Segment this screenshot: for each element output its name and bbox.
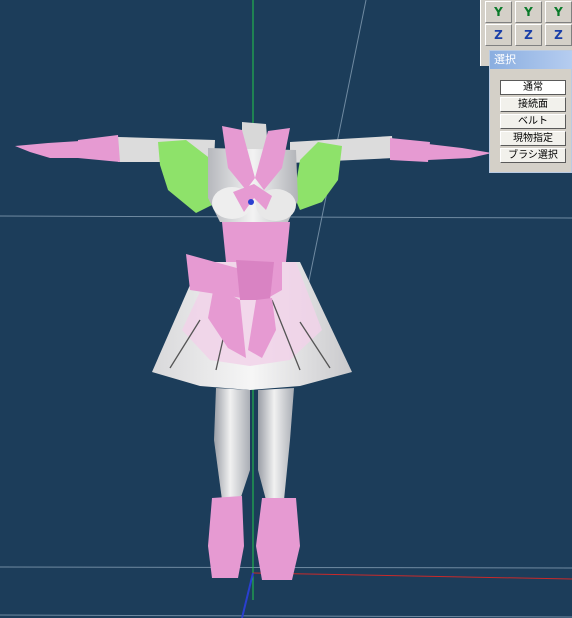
- axis-z-button-1[interactable]: Z: [485, 24, 512, 46]
- select-panel-title[interactable]: 選択: [490, 51, 572, 69]
- axis-y-button-2[interactable]: Y: [515, 1, 542, 23]
- select-mode-brush-button[interactable]: ブラシ選択: [500, 148, 566, 163]
- x-axis-line: [252, 572, 572, 580]
- select-mode-object-button[interactable]: 現物指定: [500, 131, 566, 146]
- axis-y-button-1[interactable]: Y: [485, 1, 512, 23]
- axis-z-button-2[interactable]: Z: [515, 24, 542, 46]
- select-mode-belt-button[interactable]: ベルト: [500, 114, 566, 129]
- select-panel: 選択 通常 接続面 ベルト 現物指定 ブラシ選択: [489, 50, 572, 173]
- select-mode-normal-button[interactable]: 通常: [500, 80, 566, 95]
- z-axis-line: [241, 572, 254, 618]
- axis-y-button-3[interactable]: Y: [545, 1, 572, 23]
- viewport-scene: [0, 0, 572, 618]
- axis-z-button-3[interactable]: Z: [545, 24, 572, 46]
- select-mode-connected-face-button[interactable]: 接続面: [500, 97, 566, 112]
- 3d-viewport[interactable]: Y Y Y Z Z Z 選択 通常 接続面 ベルト 現物指定 ブラシ選択: [0, 0, 572, 618]
